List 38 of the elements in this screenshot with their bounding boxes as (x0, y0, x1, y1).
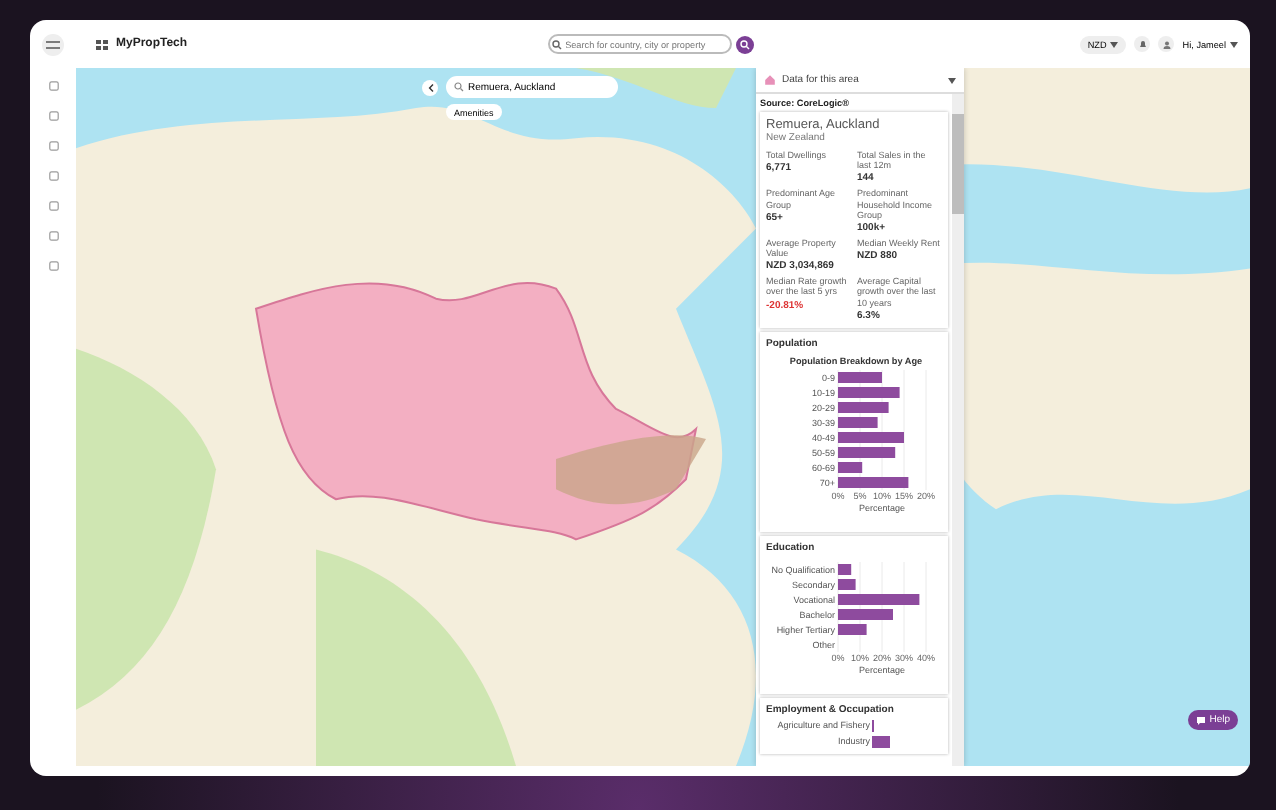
sidebar-nav-icon[interactable] (47, 230, 59, 242)
bell-icon (1137, 39, 1148, 49)
chart-bar (872, 735, 890, 748)
sidebar-nav-icon[interactable] (47, 110, 59, 122)
caret-icon (1110, 41, 1119, 47)
chart-bar (838, 623, 867, 635)
chart-bar (838, 476, 909, 488)
chart-bar (838, 431, 904, 443)
scrollbar[interactable] (952, 94, 964, 766)
search-icon (551, 39, 562, 49)
chevron-left-icon (427, 83, 433, 91)
grid-icon (96, 39, 108, 49)
notification-button[interactable] (1134, 36, 1151, 52)
chart-bar (838, 371, 882, 383)
user-avatar-icon[interactable] (1158, 36, 1175, 52)
chart-bar (838, 446, 896, 458)
search-button[interactable] (735, 35, 754, 53)
chart-bar (838, 461, 863, 473)
chart-bar (838, 578, 856, 590)
house-icon (764, 74, 776, 86)
app-menu-button[interactable] (42, 33, 64, 55)
search-icon (739, 39, 750, 49)
chart-bar (838, 401, 889, 413)
sidebar-nav-icon[interactable] (47, 80, 59, 92)
caret-icon (1230, 41, 1238, 47)
search-icon (454, 82, 464, 92)
sidebar-nav-icon[interactable] (47, 260, 59, 272)
chart-bar (838, 563, 852, 575)
chart-bar (838, 593, 920, 605)
sidebar-nav-icon[interactable] (47, 170, 59, 182)
sidebar-nav-icon[interactable] (47, 200, 59, 212)
chart-bar (838, 386, 900, 398)
chat-bubble-icon (1195, 715, 1206, 725)
menu-icon (46, 39, 60, 49)
chart-bar (838, 416, 878, 428)
chart-bar (838, 608, 893, 620)
sidebar-nav-icon[interactable] (47, 140, 59, 152)
caret-icon[interactable] (948, 77, 956, 83)
